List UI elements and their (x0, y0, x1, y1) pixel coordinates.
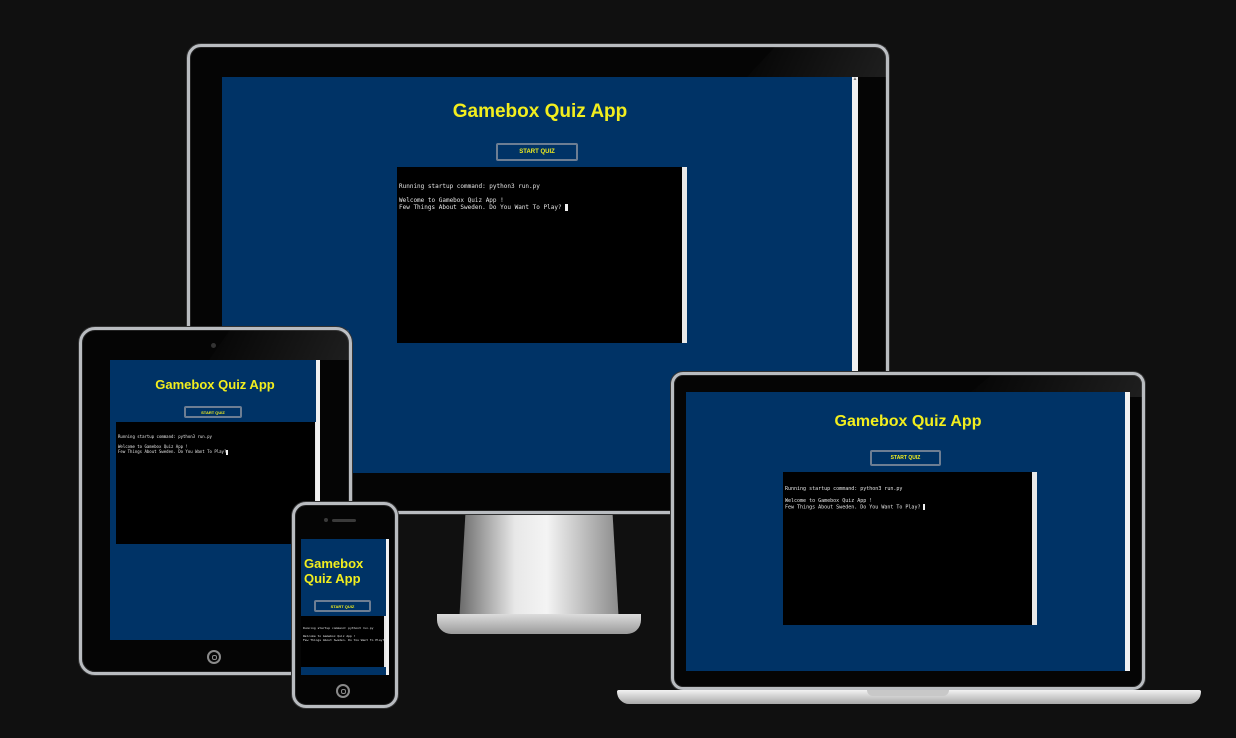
terminal-line: Running startup command: python3 run.py (303, 626, 374, 630)
start-quiz-button[interactable]: START QUIZ (314, 600, 371, 612)
start-quiz-button[interactable]: START QUIZ (496, 143, 578, 161)
terminal-line: Few Things About Sweden. Do You Want To … (785, 504, 921, 511)
laptop-notch (867, 690, 949, 696)
phone-screen: Gamebox Quiz App START QUIZ Running star… (301, 539, 389, 675)
app-title: Gamebox Quiz App (834, 413, 982, 430)
tablet-camera (211, 343, 216, 348)
start-quiz-button[interactable]: START QUIZ (184, 406, 242, 418)
terminal-line: Few Things About Sweden. Do You Want To … (118, 449, 227, 454)
terminal[interactable]: Running startup command: python3 run.py … (116, 422, 319, 544)
terminal[interactable]: Running startup command: python3 run.py … (397, 167, 687, 343)
tablet-home-button[interactable] (207, 650, 221, 664)
monitor-stand-neck (459, 514, 619, 624)
phone-home-button[interactable] (336, 684, 350, 698)
app-title: Gamebox Quiz App (304, 556, 364, 586)
laptop-screen: Gamebox Quiz App START QUIZ Running star… (686, 392, 1130, 671)
start-quiz-button[interactable]: START QUIZ (870, 450, 941, 466)
app-title: Gamebox Quiz App (155, 377, 275, 392)
page-scrollbar[interactable] (386, 539, 389, 675)
terminal-line: Running startup command: python3 run.py (399, 183, 540, 190)
phone: Gamebox Quiz App START QUIZ Running star… (292, 502, 398, 708)
monitor-stand-base (437, 614, 641, 634)
app-title: Gamebox Quiz App (452, 101, 628, 122)
terminal-line: Few Things About Sweden. Do You Want To … (399, 204, 562, 211)
phone-camera (324, 518, 328, 522)
terminal[interactable]: Running startup command: python3 run.py … (783, 472, 1037, 625)
terminal-cursor (923, 504, 926, 510)
tablet-screen: Gamebox Quiz App START QUIZ Running star… (110, 360, 320, 640)
laptop: Gamebox Quiz App START QUIZ Running star… (615, 372, 1205, 712)
page-scrollbar[interactable] (1125, 392, 1130, 671)
terminal-cursor (226, 449, 229, 455)
phone-speaker (332, 519, 356, 522)
terminal[interactable]: Running startup command: python3 run.py … (301, 616, 387, 667)
terminal-line: Welcome to Gamebox Quiz App ! (399, 197, 504, 204)
terminal-line: Few Things About Sweden. Do You Want To … (303, 638, 385, 642)
terminal-cursor (565, 204, 569, 211)
